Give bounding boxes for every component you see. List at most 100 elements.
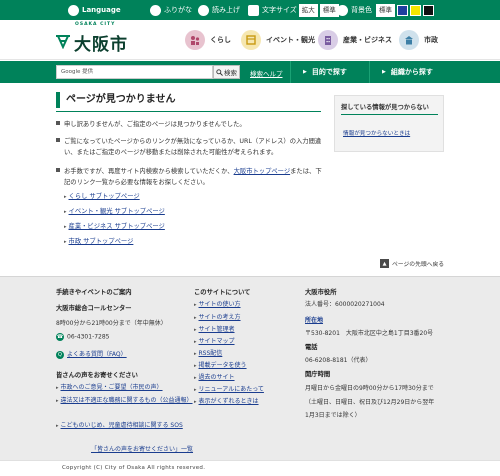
link-shisei-subtop[interactable]: ▸ 市政 サブトップページ — [64, 236, 133, 245]
tab-organization[interactable]: ▶ 組織から探す — [369, 61, 500, 83]
tel-number: 06-6208-8181（代表） — [305, 357, 372, 364]
triangle-right-icon: ▸ — [194, 315, 197, 321]
gnav-shisei[interactable]: 市政 — [399, 29, 438, 51]
help-box-divider — [341, 114, 438, 115]
voice-list-link[interactable]: 「皆さんの声をお寄せください」一覧 — [91, 444, 193, 453]
search-help-link[interactable]: 検索ヘルプ — [250, 68, 283, 78]
about-link-usage[interactable]: ▸ サイトの使い方 — [194, 299, 241, 308]
voice-link-whistleblow[interactable]: ▸ 違法又は不適正な職務に関するもの（公益通報） — [56, 395, 193, 404]
triangle-right-icon: ▸ — [194, 302, 197, 308]
site-footer: 手続きやイベントのご案内 大阪市総合コールセンター 8時00分から21時00分ま… — [0, 276, 500, 460]
read-aloud-button[interactable]: 読み上げ — [198, 3, 240, 17]
triangle-right-icon: ▶ — [303, 69, 307, 75]
text-size-standard-button[interactable]: 標準 — [319, 3, 339, 17]
building-icon — [318, 30, 338, 50]
utility-bar: Language ふりがな 読み上げ 文字サイズ 拡大 標準 背景色 標準 — [0, 0, 500, 20]
furigana-icon — [150, 4, 161, 16]
message-1-text: 申し訳ありませんが、ご指定のページは見つかりませんでした。 — [64, 121, 246, 128]
triangle-right-icon: ▸ — [194, 327, 197, 333]
bg-yellow-swatch[interactable] — [410, 4, 421, 16]
gnav-event[interactable]: イベント・観光 — [241, 29, 315, 51]
about-link-sitemap[interactable]: ▸ サイトマップ — [194, 336, 235, 345]
osaka-top-link[interactable]: 大阪市トップページ — [234, 168, 291, 175]
help-box-link[interactable]: 情報が見つからないときは — [343, 129, 410, 137]
triangle-right-icon: ▸ — [56, 423, 59, 429]
gnav-business[interactable]: 産業・ビジネス — [318, 29, 392, 51]
triangle-right-icon: ▸ — [56, 385, 59, 391]
about-link-data[interactable]: ▸ 掲載データを使う — [194, 360, 247, 369]
text-size-control: 文字サイズ 拡大 標準 — [248, 3, 339, 17]
about-link-renewal[interactable]: ▸ リニューアルにあたって — [194, 384, 264, 393]
message-3-post: または、下 — [290, 168, 322, 175]
search-button-label: 検索 — [224, 69, 237, 77]
about-link-policy[interactable]: ▸ サイトの考え方 — [194, 312, 241, 321]
bg-standard-button[interactable]: 標準 — [376, 3, 395, 17]
about-link-policy-label: サイトの考え方 — [198, 314, 241, 321]
search-placeholder: Google 提供 — [61, 69, 94, 75]
link-event-subtop[interactable]: ▸ イベント・観光 サブトップページ — [64, 206, 165, 215]
faq-label: よくある質問（FAQ） — [67, 351, 127, 358]
language-button[interactable]: Language — [68, 3, 121, 17]
text-size-large-button[interactable]: 拡大 — [298, 3, 318, 17]
about-link-rss-label: RSS配信 — [198, 350, 223, 357]
triangle-right-icon: ▶ — [382, 69, 386, 75]
hours-line-1: 月曜日から金曜日の9時00分から17時30分まで — [305, 385, 434, 392]
cityhall-icon — [399, 30, 419, 50]
location-link[interactable]: 所在地 — [305, 315, 323, 324]
triangle-right-icon: ▸ — [64, 209, 67, 215]
phone-icon: ☎ — [56, 333, 64, 341]
tab-purpose[interactable]: ▶ 目的で探す — [290, 61, 369, 83]
logo-english: OSAKA CITY — [75, 22, 116, 27]
message-3-line2: 記のリンク一覧から必要な情報をお探しください。 — [64, 179, 209, 186]
about-link-data-label: 掲載データを使う — [198, 362, 247, 369]
about-link-admin[interactable]: ▸ サイト管理者 — [194, 324, 235, 333]
page-top-label: ページの先頭へ戻る — [392, 262, 445, 268]
about-link-archive[interactable]: ▸ 過去のサイト — [194, 372, 235, 381]
link-shisei-label: 市政 サブトップページ — [68, 238, 134, 245]
faq-link[interactable]: Q よくある質問（FAQ） — [56, 349, 127, 359]
hours-line-3: 1月3日までは除く） — [305, 412, 361, 419]
footer-about-title: このサイトについて — [194, 289, 251, 296]
voice-link-sos[interactable]: ▸ こどものいじめ、児童虐待相談に関する SOS — [56, 420, 183, 429]
about-link-admin-label: サイト管理者 — [198, 326, 235, 333]
search-input[interactable]: Google 提供 — [56, 65, 213, 79]
text-size-icon — [248, 4, 259, 16]
link-business-subtop[interactable]: ▸ 産業・ビジネス サブトップページ — [64, 221, 165, 230]
triangle-right-icon: ▸ — [194, 339, 197, 345]
about-link-rss[interactable]: ▸ RSS配信 — [194, 348, 222, 357]
site-logo[interactable]: OSAKA CITY 大阪市 — [55, 22, 128, 55]
triangle-right-icon: ▸ — [64, 194, 67, 200]
tab-purpose-label: 目的で探す — [311, 68, 347, 76]
link-kurashi-label: くらし サブトップページ — [68, 193, 140, 200]
osaka-mark-icon — [56, 34, 70, 49]
read-aloud-label: 読み上げ — [212, 6, 240, 14]
tab-organization-label: 組織から探す — [390, 68, 433, 76]
message-paragraph-2: ご覧になっていたページからのリンクが無効になっているか、URL（アドレス）の入力… — [56, 136, 326, 158]
globe-icon — [68, 4, 79, 16]
about-link-sitemap-label: サイトマップ — [198, 338, 235, 345]
copyright-text: Copyright (C) City of Osaka All rights r… — [62, 465, 206, 471]
address: 〒530-8201 大阪市北区中之島1丁目3番20号 — [305, 330, 434, 337]
furigana-button[interactable]: ふりがな — [150, 3, 192, 17]
triangle-right-icon: ▸ — [56, 398, 59, 404]
search-button[interactable]: 検索 — [213, 65, 240, 79]
page-top-link[interactable]: ▲ ページの先頭へ戻る — [380, 259, 444, 268]
corporate-number: 法人番号：6000020271004 — [305, 301, 385, 308]
tel-label: 電話 — [305, 344, 318, 351]
call-center-phone-number: 06-4301-7285 — [67, 333, 110, 341]
voice-link-citizen-label: 市政へのご意見・ご要望（市民の声） — [60, 384, 163, 391]
bg-black-swatch[interactable] — [423, 4, 434, 16]
gnav-kurashi[interactable]: くらし — [185, 29, 231, 51]
voice-title: 皆さんの声をお寄せください — [56, 372, 138, 379]
triangle-right-icon: ▸ — [64, 239, 67, 245]
message-2-line2: い、またはご指定のページが移動または削除された可能性が考えられます。 — [64, 149, 278, 156]
copyright-bar: Copyright (C) City of Osaka All rights r… — [0, 460, 500, 476]
hours-label: 開庁時間 — [305, 371, 331, 378]
hours-line-2: （土曜日、日曜日、祝日及び12月29日から翌年 — [305, 399, 435, 406]
about-link-display[interactable]: ▸ 表示がくずれるときは — [194, 396, 259, 405]
link-kurashi-subtop[interactable]: ▸ くらし サブトップページ — [64, 191, 140, 200]
voice-link-citizen[interactable]: ▸ 市政へのご意見・ご要望（市民の声） — [56, 382, 163, 391]
bg-blue-swatch[interactable] — [397, 4, 408, 16]
gnav-business-label: 産業・ビジネス — [343, 36, 392, 44]
help-box-title: 探している情報が見つからない — [341, 104, 429, 111]
